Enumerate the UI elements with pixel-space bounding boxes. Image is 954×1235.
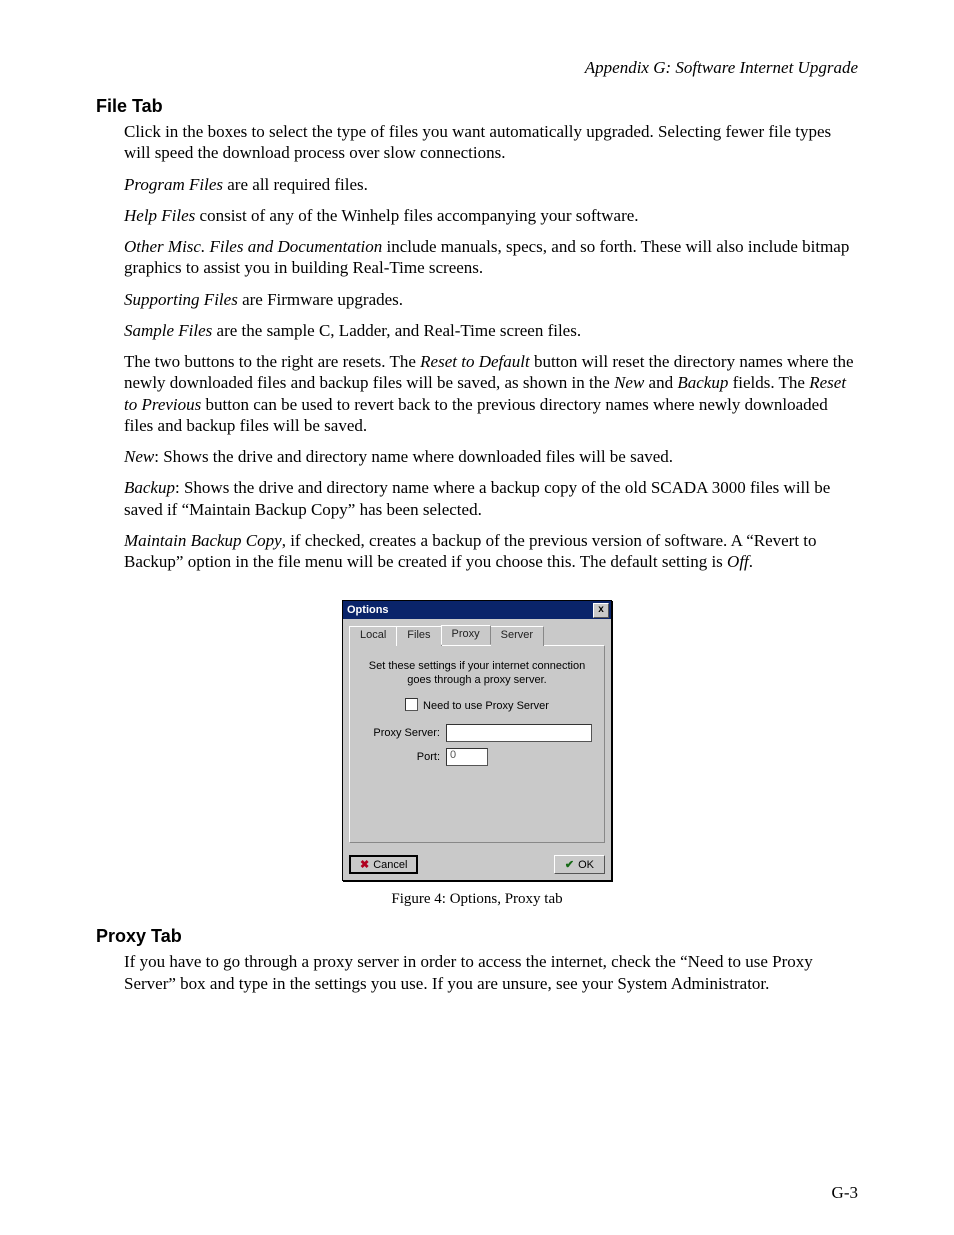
running-header: Appendix G: Software Internet Upgrade [96, 58, 858, 78]
text: and [644, 373, 677, 392]
paragraph: Supporting Files are Firmware upgrades. [124, 289, 858, 310]
close-icon[interactable]: x [593, 603, 609, 618]
text: fields. The [728, 373, 809, 392]
cancel-button-label: Cancel [373, 859, 407, 871]
port-label: Port: [362, 751, 446, 763]
text: button can be used to revert back to the… [124, 395, 828, 435]
term-backup: Backup [677, 373, 728, 392]
paragraph: New: Shows the drive and directory name … [124, 446, 858, 467]
paragraph: Maintain Backup Copy, if checked, create… [124, 530, 858, 573]
ok-button-label: OK [578, 859, 594, 871]
tab-server[interactable]: Server [490, 626, 544, 646]
term-other-misc: Other Misc. Files and Documentation [124, 237, 382, 256]
proxy-tab-body: If you have to go through a proxy server… [96, 951, 858, 994]
text: . [749, 552, 753, 571]
paragraph: Sample Files are the sample C, Ladder, a… [124, 320, 858, 341]
term-new: New [614, 373, 644, 392]
term-supporting-files: Supporting Files [124, 290, 238, 309]
need-proxy-checkbox[interactable] [405, 698, 418, 711]
cancel-button[interactable]: ✖ Cancel [349, 855, 418, 874]
dialog-buttons: ✖ Cancel ✔ OK [343, 851, 611, 880]
proxy-instruction: Set these settings if your internet conn… [362, 660, 592, 688]
tabpanel-proxy: Set these settings if your internet conn… [349, 645, 605, 843]
term-maintain-backup: Maintain Backup Copy [124, 531, 282, 550]
dialog-titlebar[interactable]: Options x [343, 601, 611, 619]
figure-options-proxy: Options x Local Files Proxy Server Set t… [96, 600, 858, 881]
term-program-files: Program Files [124, 175, 223, 194]
text: : Shows the drive and directory name whe… [154, 447, 673, 466]
text: are the sample C, Ladder, and Real-Time … [212, 321, 581, 340]
cancel-icon: ✖ [360, 858, 369, 871]
paragraph: The two buttons to the right are resets.… [124, 351, 858, 436]
proxy-server-row: Proxy Server: [362, 724, 592, 742]
proxy-server-label: Proxy Server: [362, 727, 446, 739]
need-proxy-label: Need to use Proxy Server [423, 700, 549, 712]
check-icon: ✔ [565, 858, 574, 871]
term-new-field: New [124, 447, 154, 466]
paragraph: Backup: Shows the drive and directory na… [124, 477, 858, 520]
text: are all required files. [223, 175, 368, 194]
term-off: Off [727, 552, 749, 571]
dialog-client: Local Files Proxy Server Set these setti… [343, 619, 611, 851]
text: The two buttons to the right are resets.… [124, 352, 420, 371]
file-tab-body: Click in the boxes to select the type of… [96, 121, 858, 572]
dialog-title: Options [347, 604, 389, 616]
figure-caption: Figure 4: Options, Proxy tab [96, 891, 858, 908]
heading-proxy-tab: Proxy Tab [96, 926, 858, 947]
tab-files[interactable]: Files [396, 626, 441, 646]
heading-file-tab: File Tab [96, 96, 858, 117]
tab-local[interactable]: Local [349, 626, 397, 646]
paragraph: Click in the boxes to select the type of… [124, 121, 858, 164]
text: consist of any of the Winhelp files acco… [195, 206, 638, 225]
ok-button[interactable]: ✔ OK [554, 855, 605, 874]
text: are Firmware upgrades. [238, 290, 403, 309]
paragraph: Help Files consist of any of the Winhelp… [124, 205, 858, 226]
options-dialog: Options x Local Files Proxy Server Set t… [342, 600, 612, 881]
term-backup-field: Backup [124, 478, 175, 497]
tabstrip: Local Files Proxy Server [349, 625, 605, 645]
proxy-server-input[interactable] [446, 724, 592, 742]
page: Appendix G: Software Internet Upgrade Fi… [0, 0, 954, 1235]
paragraph: Program Files are all required files. [124, 174, 858, 195]
tab-proxy[interactable]: Proxy [441, 625, 491, 645]
need-proxy-row: Need to use Proxy Server [362, 698, 592, 712]
term-sample-files: Sample Files [124, 321, 212, 340]
page-number: G-3 [832, 1183, 858, 1203]
term-reset-default: Reset to Default [420, 352, 530, 371]
paragraph: If you have to go through a proxy server… [124, 951, 858, 994]
port-row: Port: 0 [362, 748, 592, 766]
term-help-files: Help Files [124, 206, 195, 225]
paragraph: Other Misc. Files and Documentation incl… [124, 236, 858, 279]
text: : Shows the drive and directory name whe… [124, 478, 830, 518]
port-input[interactable]: 0 [446, 748, 488, 766]
